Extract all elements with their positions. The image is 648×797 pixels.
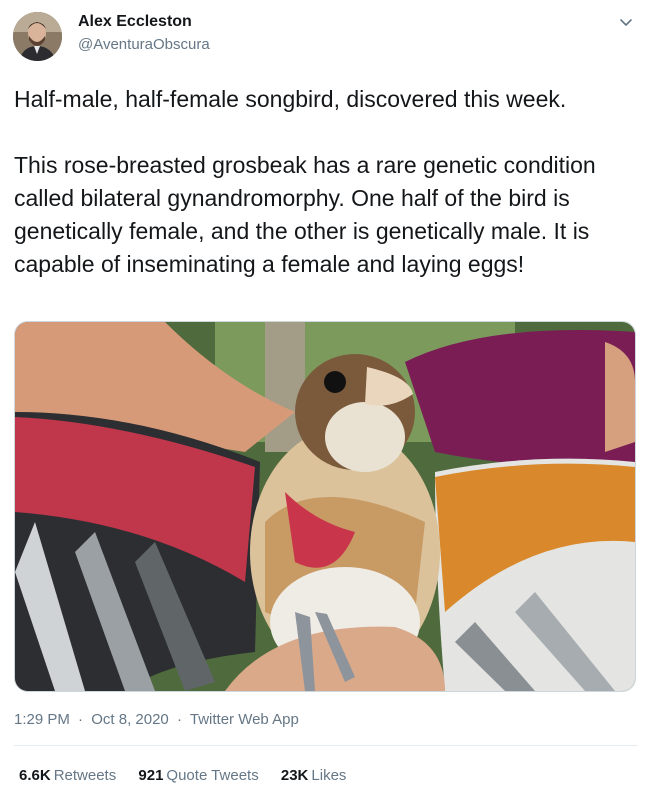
likes-count: 23K [280,767,309,784]
divider [14,745,638,746]
quote-tweets-count: 921 [138,767,164,784]
tweet-date[interactable]: Oct 8, 2020 [91,711,169,728]
quote-tweets-label: Quote Tweets [166,767,259,784]
chevron-down-icon[interactable] [618,14,634,30]
meta-separator: · [176,711,182,728]
author-handle[interactable]: @AventuraObscura [78,36,210,53]
quote-tweets-stat[interactable]: 921 Quote Tweets [138,767,258,784]
retweets-stat[interactable]: 6.6K Retweets [19,767,116,784]
tweet-header: Alex Eccleston @AventuraObscura [0,0,648,70]
meta-separator: · [78,711,84,728]
likes-label: Likes [311,767,347,784]
retweets-count: 6.6K [19,767,51,784]
likes-stat[interactable]: 23K Likes [281,767,347,784]
avatar[interactable] [13,12,62,61]
retweets-label: Retweets [53,767,117,784]
tweet-meta: 1:29 PM · Oct 8, 2020 · Twitter Web App [14,711,299,728]
tweet-photo[interactable] [14,321,636,692]
tweet-source[interactable]: Twitter Web App [190,711,299,728]
tweet-time[interactable]: 1:29 PM [14,711,70,728]
tweet-stats: 6.6K Retweets 921 Quote Tweets 23K Likes [19,767,364,784]
author-name[interactable]: Alex Eccleston [78,13,192,31]
tweet-text: Half-male, half-female songbird, discove… [14,86,596,277]
